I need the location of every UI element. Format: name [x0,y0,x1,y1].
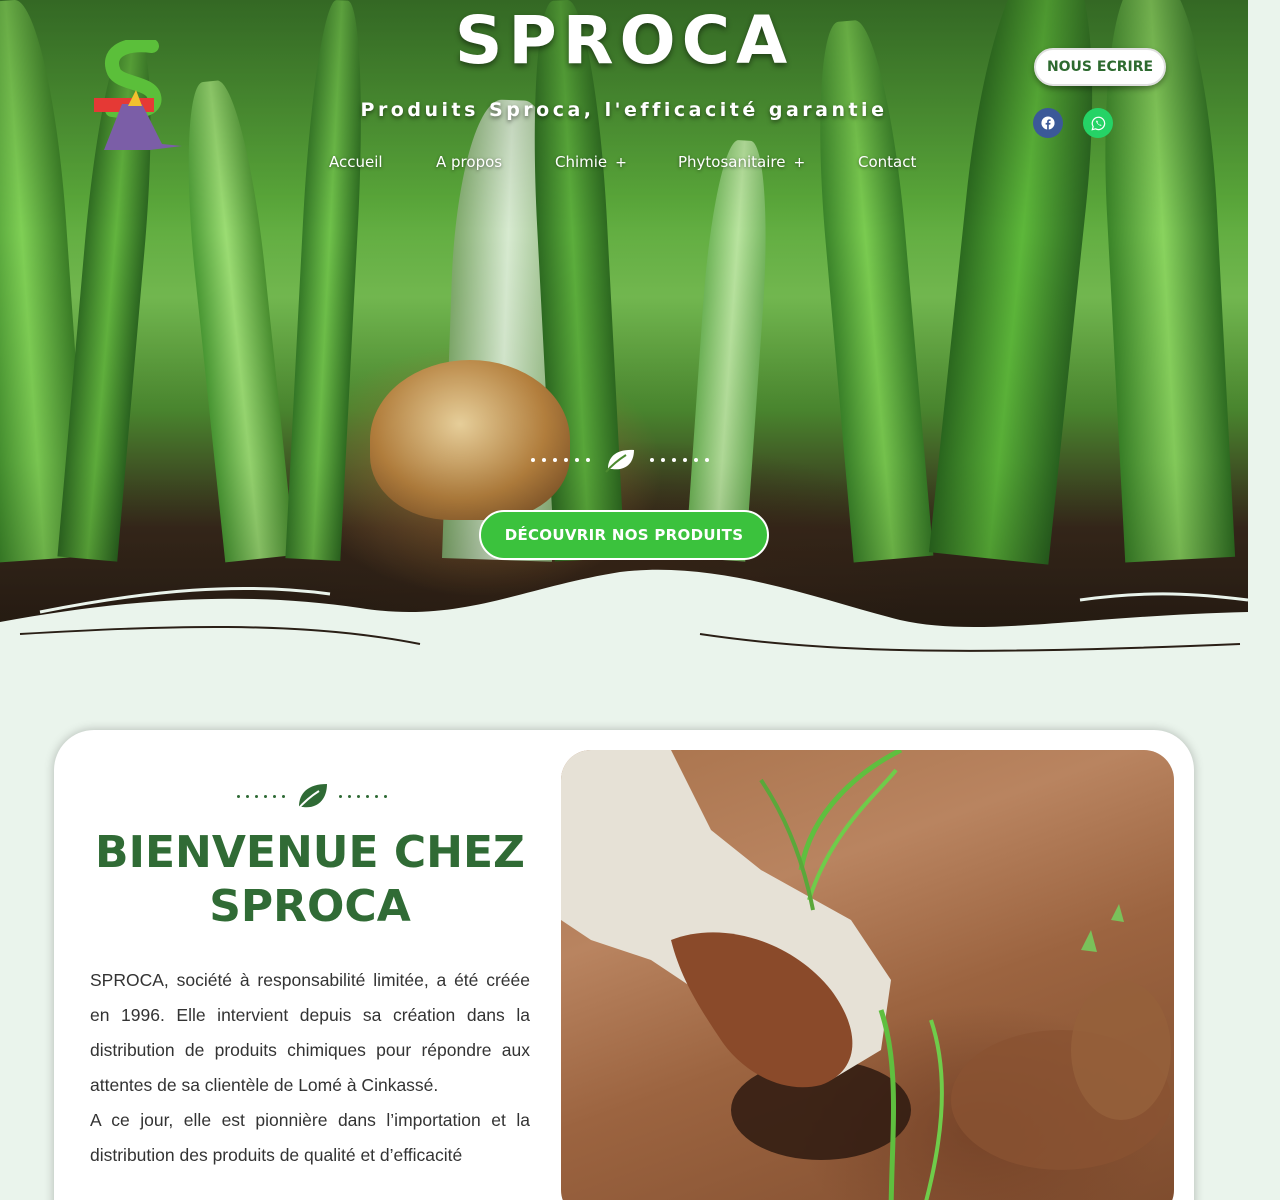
discover-products-button[interactable]: DÉCOUVRIR NOS PRODUITS [479,510,769,560]
section-divider [232,780,392,812]
divider-dots [237,794,285,798]
facebook-icon [1041,116,1055,130]
welcome-heading-line2: SPROCA [209,881,411,932]
main-nav: Accueil A propos Chimie + Phytosanitaire +… [0,153,1248,175]
divider-dots [339,794,387,798]
wave-divider [0,569,1248,670]
hero-divider [525,446,715,474]
planting-illustration [561,750,1171,1200]
leaf-icon [296,784,327,811]
about-text: SPROCA, société à responsabilité limitée… [90,963,530,1173]
nav-item-label: Accueil [329,153,383,171]
whatsapp-link[interactable] [1083,108,1113,138]
facebook-link[interactable] [1033,108,1063,138]
welcome-heading-line1: BIENVENUE CHEZ [95,827,525,878]
planting-photo [561,750,1174,1200]
nav-item-chimie[interactable]: Chimie + [555,153,627,171]
nav-item-a-propos[interactable]: A propos [436,153,502,171]
nav-item-label: Contact [858,153,917,171]
divider-dots [650,458,709,462]
write-to-us-button[interactable]: NOUS ECRIRE [1034,48,1166,86]
about-paragraph: SPROCA, société à responsabilité limitée… [90,970,530,1095]
welcome-heading: BIENVENUE CHEZ SPROCA [90,826,530,934]
leaf-icon [605,449,634,473]
nav-item-label: A propos [436,153,503,171]
nav-item-label: Chimie [555,153,608,171]
nav-item-phytosanitaire[interactable]: Phytosanitaire + [678,153,805,171]
submenu-plus-icon[interactable]: + [615,155,627,171]
nav-item-contact[interactable]: Contact [858,153,916,171]
divider-dots [531,458,590,462]
about-paragraph: A ce jour, elle est pionnière dans l’imp… [90,1110,530,1165]
nav-item-label: Phytosanitaire [678,153,786,171]
nav-item-accueil[interactable]: Accueil [329,153,383,171]
submenu-plus-icon[interactable]: + [793,155,805,171]
whatsapp-icon [1090,116,1105,131]
